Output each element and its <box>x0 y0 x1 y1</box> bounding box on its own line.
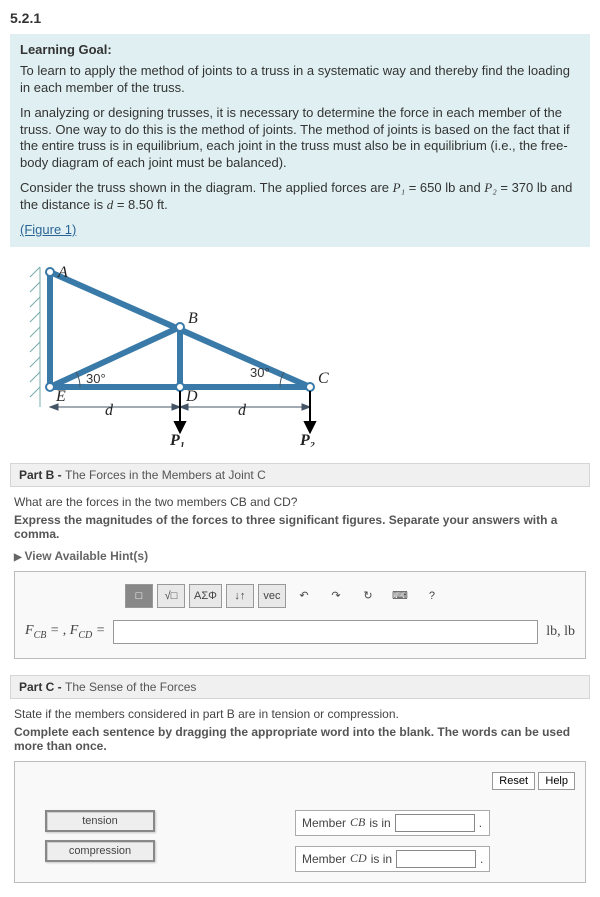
drag-drop-box: Reset Help tension compression Member CB… <box>14 761 586 883</box>
equation-toolbar: □ √□ ΑΣΦ ↓↑ vec ↶ ↷ ↻ ⌨ ? <box>125 584 575 608</box>
p1-value: = 650 lb <box>405 180 455 195</box>
redo-icon[interactable]: ↷ <box>322 584 350 608</box>
label-d1: d <box>105 402 114 419</box>
help-button[interactable]: Help <box>538 772 575 790</box>
view-hints-link[interactable]: View Available Hint(s) <box>14 549 586 563</box>
part-c-bold: Part C - <box>19 680 65 694</box>
part-b-title: The Forces in the Members at Joint C <box>65 468 266 482</box>
part-b-instruction: Express the magnitudes of the forces to … <box>14 513 586 541</box>
s1-post: is in <box>369 816 390 830</box>
label-A: A <box>57 264 68 281</box>
drag-word-tension[interactable]: tension <box>45 810 155 832</box>
tool-vec-button[interactable]: vec <box>258 584 286 608</box>
p2-symbol: P₂ <box>484 180 496 195</box>
tool-square-icon[interactable]: □ <box>125 584 153 608</box>
angle-30-right: 30° <box>250 365 270 380</box>
answer-units: lb, lb <box>546 624 575 640</box>
goal-period: . <box>164 197 168 212</box>
d-value: = 8.50 ft <box>113 197 164 212</box>
label-d2: d <box>238 402 247 419</box>
s2-post: is in <box>371 852 392 866</box>
reset-button[interactable]: Reset <box>492 772 535 790</box>
part-c-body: State if the members considered in part … <box>10 699 590 887</box>
tool-greek-button[interactable]: ΑΣΦ <box>189 584 222 608</box>
section-number: 5.2.1 <box>10 10 590 26</box>
part-c-header: Part C - The Sense of the Forces <box>10 675 590 699</box>
label-B: B <box>188 310 198 327</box>
undo-icon[interactable]: ↶ <box>290 584 318 608</box>
s2-pre: Member <box>302 852 346 866</box>
p1-symbol: P₁ <box>393 180 405 195</box>
angle-30-left: 30° <box>86 371 106 386</box>
sentence-cb: Member CB is in . <box>295 810 490 836</box>
goal-t3-pre: Consider the truss shown in the diagram.… <box>20 180 393 195</box>
part-c-title: The Sense of the Forces <box>65 680 196 694</box>
drag-target-column: Member CB is in . Member CD is in . <box>295 810 490 872</box>
s1-pre: Member <box>302 816 346 830</box>
answer-input[interactable] <box>113 620 538 644</box>
s2-tail: . <box>480 852 483 866</box>
learning-goal-text3: Consider the truss shown in the diagram.… <box>20 180 580 214</box>
answer-lhs-label: FCB = , FCD = <box>25 623 105 641</box>
label-C: C <box>318 370 329 387</box>
keyboard-icon[interactable]: ⌨ <box>386 584 414 608</box>
sentence-cd: Member CD is in . <box>295 846 490 872</box>
drag-source-column: tension compression <box>25 810 155 872</box>
part-c-instruction: Complete each sentence by dragging the a… <box>14 725 586 753</box>
blank-slot-cd[interactable] <box>396 850 476 868</box>
label-P2: P₂ <box>299 432 315 447</box>
learning-goal-heading: Learning Goal: <box>20 42 580 59</box>
s1-mid: CB <box>350 815 365 830</box>
s1-tail: . <box>479 816 482 830</box>
drag-word-compression[interactable]: compression <box>45 840 155 862</box>
learning-goal-box: Learning Goal: To learn to apply the met… <box>10 34 590 247</box>
reset-icon[interactable]: ↻ <box>354 584 382 608</box>
part-b-bold: Part B - <box>19 468 65 482</box>
label-P1: P₁ <box>169 432 185 447</box>
truss-figure: A B C D E d d P₁ P₂ 30° 30° <box>10 257 590 447</box>
answer-row: FCB = , FCD = lb, lb <box>25 620 575 644</box>
label-D: D <box>185 388 198 405</box>
s2-mid: CD <box>350 851 367 866</box>
tool-root-icon[interactable]: √□ <box>157 584 185 608</box>
help-icon[interactable]: ? <box>418 584 446 608</box>
learning-goal-text2: In analyzing or designing trusses, it is… <box>20 105 580 173</box>
figure-link[interactable]: (Figure 1) <box>20 222 76 237</box>
answer-box: □ √□ ΑΣΦ ↓↑ vec ↶ ↷ ↻ ⌨ ? FCB = , FCD = … <box>14 571 586 659</box>
part-b-question: What are the forces in the two members C… <box>14 495 586 509</box>
tool-subsup-button[interactable]: ↓↑ <box>226 584 254 608</box>
label-E: E <box>55 388 66 405</box>
blank-slot-cb[interactable] <box>395 814 475 832</box>
p2-value: = 370 lb <box>497 180 547 195</box>
part-b-header: Part B - The Forces in the Members at Jo… <box>10 463 590 487</box>
learning-goal-text1: To learn to apply the method of joints t… <box>20 63 580 97</box>
part-b-body: What are the forces in the two members C… <box>10 487 590 663</box>
goal-and: and <box>459 180 484 195</box>
part-c-line1: State if the members considered in part … <box>14 707 586 721</box>
